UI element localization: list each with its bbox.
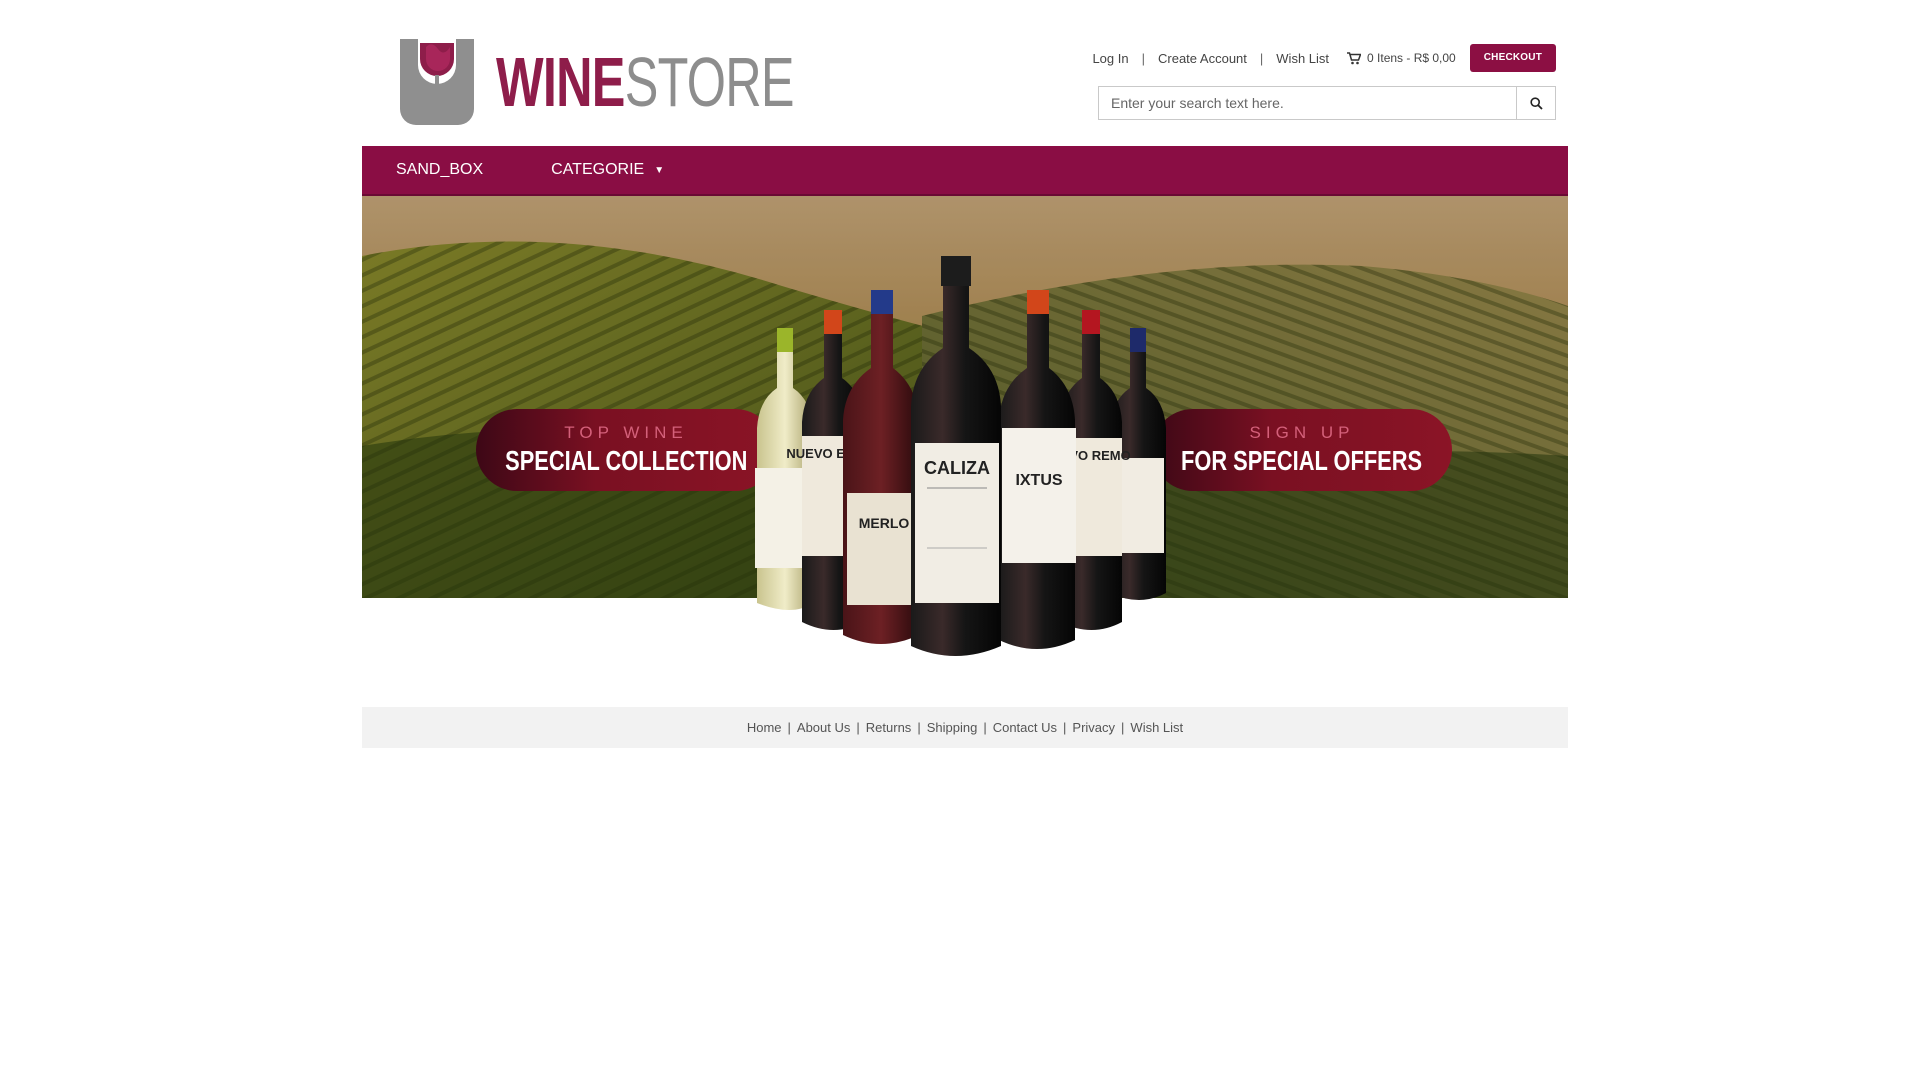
caret-down-icon: ▼ [654,164,665,176]
footer-links-bar: Home | About Us | Returns | Shipping | C… [362,707,1568,748]
promo-kicker: SIGN UP [1249,423,1355,442]
signup-promo[interactable]: SIGN UP FOR SPECIAL OFFERS [1152,409,1452,491]
nav-item-categorie[interactable]: CATEGORIE ▼ [551,161,664,179]
cart-icon [1347,51,1362,64]
link-separator: | [1259,50,1264,66]
page: WINESTORE Log In | Create Account | Wish… [0,0,1920,1080]
footer-separator: | [1063,720,1067,735]
center-bottle-label: CALIZA [924,458,990,478]
nav-item-sandbox[interactable]: SAND_BOX [396,161,483,179]
footer-link-about-us[interactable]: About Us [797,720,850,735]
nav-item-label: SAND_BOX [396,161,484,178]
wine-glass-logo-icon [392,37,482,127]
footer-separator: | [856,720,860,735]
promo-title: SPECIAL COLLECTION [504,445,748,476]
bottle-label-text: MERLO [859,515,910,531]
wish-list-link[interactable]: Wish List [1276,51,1329,66]
footer-link-wish-list[interactable]: Wish List [1130,720,1183,735]
nav-item-label: CATEGORIE [551,161,645,178]
footer-link-contact-us[interactable]: Contact Us [993,720,1057,735]
search-bar [1098,86,1556,120]
store-logo[interactable]: WINESTORE [392,37,910,127]
bottle-label-text: IXTUS [1015,472,1062,489]
promo-kicker: TOP WINE [564,423,688,442]
link-separator: | [1141,50,1145,66]
footer-separator: | [787,720,791,735]
account-links-bar: Log In | Create Account | Wish List 0 It… [1092,44,1556,72]
cart-summary-text: 0 Itens - R$ 0,00 [1367,51,1456,65]
footer-separator: | [1121,720,1125,735]
search-icon [1529,96,1543,110]
login-link[interactable]: Log In [1092,51,1128,66]
wine-bottles-image: NUEVO EXTRE NEVO REMO MERLO IXTUS CALIZA [755,256,1166,656]
top-wine-promo[interactable]: TOP WINE SPECIAL COLLECTION [476,409,776,491]
footer-link-shipping[interactable]: Shipping [927,720,978,735]
footer-separator: | [983,720,987,735]
promo-title: FOR SPECIAL OFFERS [1181,445,1423,476]
search-button[interactable] [1516,87,1555,119]
footer-link-returns[interactable]: Returns [866,720,912,735]
checkout-button[interactable]: CHECKOUT [1469,44,1556,72]
cart-summary[interactable]: 0 Itens - R$ 0,00 [1347,51,1456,65]
footer-link-home[interactable]: Home [747,720,782,735]
footer-link-privacy[interactable]: Privacy [1072,720,1115,735]
search-input[interactable] [1099,87,1516,119]
create-account-link[interactable]: Create Account [1158,51,1247,66]
hero-banner[interactable]: TOP WINE SPECIAL COLLECTION SIGN UP FOR … [362,196,1568,656]
main-nav: SAND_BOX CATEGORIE ▼ [362,146,1568,196]
logo-word-store: STORE [624,43,795,121]
footer-separator: | [917,720,921,735]
logo-wordmark: WINESTORE [496,37,795,127]
logo-word-wine: WINE [496,43,625,121]
